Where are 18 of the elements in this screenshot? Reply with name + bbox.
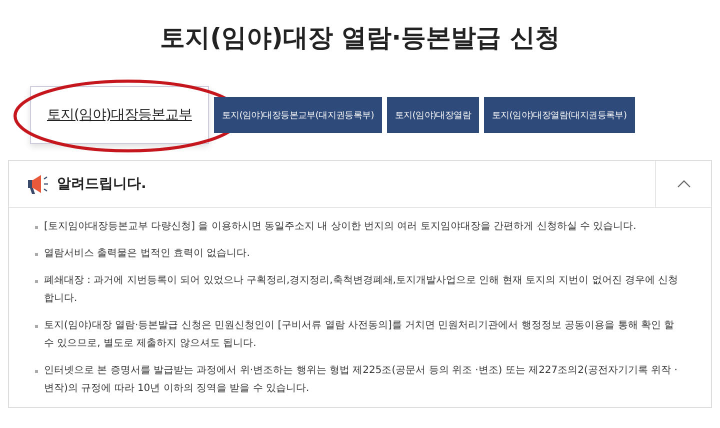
bullet-icon: [35, 280, 38, 283]
notice-text: 토지(임야)대장 열람·등본발급 신청은 민원신청인이 [구비서류 열람 사전동의]를 거치면 민원처리기관에서 행정정보 공동이용을 통해 확인 할 수 있으므로, 별도로 제출하지 않으셔도 됩니다.: [44, 319, 676, 351]
bullet-icon: [35, 370, 38, 373]
chevron-icon: [676, 180, 690, 188]
notice-text: 폐쇄대장 : 과거에 지번등록이 되어 있었으나 구획정리,경지정리,축척변경폐쇄,토지개발사업으로 인해 현재 토지의 지번이 없어진 경우에 신청합니다.: [44, 274, 680, 306]
notice-text: [토지임야대장등본교부 다량신청] 을 이용하시면 동일주소지 내 상이한 번지의 여러 토지임야대장을 간편하게 신청하실 수 있습니다.: [44, 220, 636, 234]
tab[interactable]: 토지(임야)대장열람: [386, 97, 480, 133]
notice-text: 인터넷으로 본 증명서를 발급받는 과정에서 위·변조하는 행위는 형법 제225조(공문서 등의 위조 ·변조) 또는 제227조의2(공전자기기록 위작 ·변작)의 규정에 따라 10년 이하의 징역을 받을 수 있습니다.: [44, 364, 678, 396]
notice-title: 알려드립니다.: [57, 175, 148, 193]
tab[interactable]: 토지(임야)대장등본교부: [30, 86, 209, 144]
bullet-icon: [35, 325, 38, 328]
notice-text: 열람서비스 출력물은 법적인 효력이 없습니다.: [44, 247, 250, 261]
tab[interactable]: 토지(임야)대장등본교부(대지권등록부): [214, 97, 382, 133]
tab[interactable]: 토지(임야)대장열람(대지권등록부): [484, 97, 635, 133]
bullet-icon: [35, 226, 38, 229]
megaphone-icon: [25, 173, 49, 195]
bullet-icon: [35, 253, 38, 256]
page-title: 토지(임야)대장 열람·등본발급 신청: [159, 22, 561, 54]
